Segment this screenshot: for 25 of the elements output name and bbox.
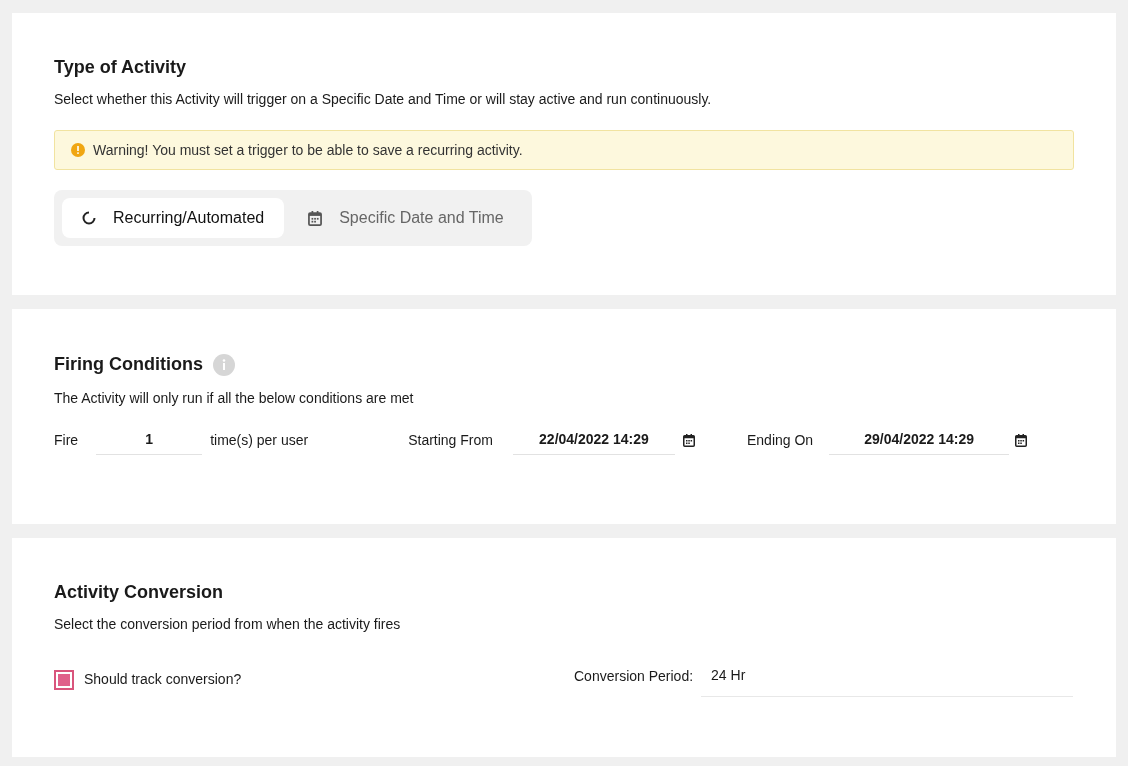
field-label: Conversion Period: (574, 667, 694, 686)
calendar-icon (308, 210, 323, 226)
warning-text: Warning! You must set a trigger to be able to save a recurring activity. (93, 140, 523, 160)
tab[interactable]: Recurring/Automated (62, 198, 285, 238)
calendar-icon[interactable] (682, 433, 695, 447)
end-date-field[interactable]: 29/04/2022 14:29 (829, 425, 1010, 455)
section-description: Select whether this Activity will trigger on a Specific Date and Time or will stay active and run continuously. (54, 90, 713, 109)
field-label: Ending On (746, 430, 814, 450)
section-description: The Activity will only run if all the below conditions are met (54, 389, 415, 408)
section-title: Firing Conditions (54, 353, 203, 376)
section-title: Activity Conversion (54, 582, 225, 602)
calendar-icon[interactable] (1015, 433, 1028, 447)
checkbox-label: Should track conversion? (84, 670, 242, 689)
tab[interactable]: Specific Date and Time (288, 198, 524, 238)
fire-count-field[interactable]: 1 (96, 425, 203, 455)
warning-icon (71, 143, 85, 157)
section-description: Select the conversion period from when the activity fires (54, 615, 402, 634)
section-title: Type of Activity (54, 57, 188, 77)
field-label: time(s) per user (210, 430, 309, 450)
info-icon (213, 353, 235, 376)
checkbox[interactable] (54, 669, 74, 690)
conversion-period-field[interactable]: 24 Hr (701, 659, 1074, 697)
field-label: Fire (54, 430, 79, 450)
start-date-field[interactable]: 22/04/2022 14:29 (512, 425, 675, 455)
field-label: Starting From (408, 430, 493, 450)
